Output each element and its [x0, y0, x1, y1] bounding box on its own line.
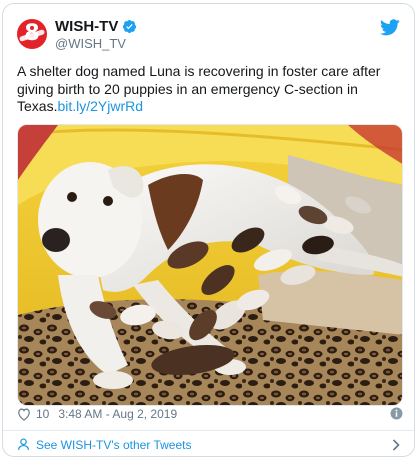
tweet-text: A shelter dog named Luna is recovering i… — [17, 63, 403, 116]
avatar-logo-eight: 8 — [24, 21, 40, 46]
heart-icon[interactable] — [17, 408, 31, 421]
tweet-link[interactable]: bit.ly/2YjwrRd — [57, 98, 143, 114]
like-count[interactable]: 10 — [36, 407, 49, 421]
handle[interactable]: @WISH_TV — [55, 36, 126, 51]
tweet-timestamp[interactable]: 3:48 AM - Aug 2, 2019 — [58, 407, 177, 421]
chevron-right-icon — [392, 439, 400, 451]
tweet-photo[interactable] — [17, 124, 403, 406]
user-icon — [18, 438, 29, 450]
dog-and-puppies-photo — [18, 125, 402, 405]
twitter-bird-icon[interactable] — [380, 19, 400, 36]
avatar[interactable]: 8 — [17, 19, 47, 49]
tweet-header: 8 WISH-TV @WISH_TV — [3, 4, 414, 56]
verified-badge-icon — [123, 19, 137, 33]
embedded-tweet-card: 8 WISH-TV @WISH_TV A shelter dog named L… — [2, 3, 415, 457]
name-row: WISH-TV — [55, 17, 137, 35]
info-icon[interactable] — [390, 407, 403, 420]
display-name[interactable]: WISH-TV — [55, 18, 118, 35]
tweet-meta-row: 10 3:48 AM - Aug 2, 2019 — [17, 404, 403, 424]
see-more-tweets-label: See WISH-TV's other Tweets — [36, 437, 192, 452]
see-more-tweets-link[interactable]: See WISH-TV's other Tweets — [3, 431, 414, 456]
